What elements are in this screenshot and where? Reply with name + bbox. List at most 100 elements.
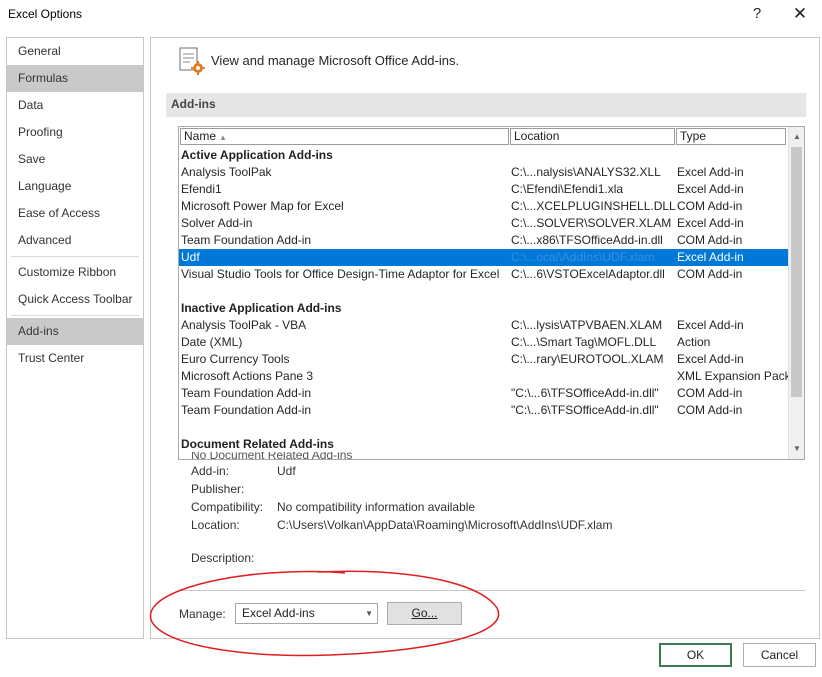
- item-location: C:\...lysis\ATPVBAEN.XLAM: [511, 318, 663, 332]
- manage-label: Manage:: [179, 607, 226, 621]
- item-type: Action: [677, 335, 711, 349]
- item-name: Date (XML): [181, 335, 243, 349]
- sidebar-item-quick-access-toolbar[interactable]: Quick Access Toolbar: [7, 286, 143, 313]
- sidebar-item-ease-of-access[interactable]: Ease of Access: [7, 200, 143, 227]
- manage-dropdown[interactable]: Excel Add-ins ▼: [235, 603, 378, 624]
- item-location: C:\Efendi\Efendi1.xla: [511, 182, 624, 196]
- list-item[interactable]: Euro Currency Tools C:\...rary\EUROTOOL.X…: [179, 351, 789, 368]
- detail-description: Description:: [191, 549, 791, 567]
- item-type: Excel Add-in: [677, 250, 744, 264]
- list-rows: Active Application Add-ins Analysis Tool…: [179, 147, 789, 453]
- item-location: C:\...x86\TFSOfficeAdd-in.dll: [511, 233, 663, 247]
- go-button[interactable]: Go...: [387, 602, 462, 625]
- item-location: C:\...\Smart Tag\MOFL.DLL: [511, 335, 657, 349]
- item-name: Efendi1: [181, 182, 222, 196]
- group-label: Document Related Add-ins: [181, 437, 334, 451]
- group-label: Inactive Application Add-ins: [181, 301, 342, 315]
- item-type: COM Add-in: [677, 267, 743, 281]
- sidebar-item-data[interactable]: Data: [7, 92, 143, 119]
- sidebar-item-general[interactable]: General: [7, 38, 143, 65]
- close-button[interactable]: ✕: [788, 4, 812, 24]
- addins-list[interactable]: Name ▲ Location Type Active Application A…: [178, 126, 805, 460]
- detail-location: Location: C:\Users\Volkan\AppData\Roaming…: [191, 516, 791, 534]
- sidebar-item-save[interactable]: Save: [7, 146, 143, 173]
- sidebar-item-trust-center[interactable]: Trust Center: [7, 345, 143, 372]
- item-name: Analysis ToolPak: [181, 165, 272, 179]
- item-type: COM Add-in: [677, 403, 743, 417]
- window-title: Excel Options: [8, 7, 83, 21]
- addin-details: Add-in: Udf Publisher: Compatibility: No c…: [191, 462, 791, 567]
- detail-publisher: Publisher:: [191, 480, 791, 498]
- item-type: Excel Add-in: [677, 352, 744, 366]
- section-title: Add-ins: [166, 93, 806, 117]
- sidebar-divider: [11, 315, 139, 316]
- scroll-down-icon[interactable]: ▼: [789, 441, 804, 457]
- cancel-button[interactable]: Cancel: [743, 643, 816, 667]
- sidebar-item-add-ins[interactable]: Add-ins: [7, 318, 143, 345]
- group-header-inactive: Inactive Application Add-ins: [179, 300, 789, 317]
- column-header-name-label: Name: [184, 129, 217, 143]
- group-label: Active Application Add-ins: [181, 148, 333, 162]
- item-location: C:\...XCELPLUGINSHELL.DLL: [511, 199, 676, 213]
- list-item[interactable]: Visual Studio Tools for Office Design-Ti…: [179, 266, 789, 283]
- item-type: Excel Add-in: [677, 318, 744, 332]
- detail-label: Description:: [191, 551, 255, 565]
- list-item[interactable]: Team Foundation Add-in C:\...x86\TFSOffic…: [179, 232, 789, 249]
- item-location: C:\...nalysis\ANALYS32.XLL: [511, 165, 661, 179]
- scrollbar-thumb[interactable]: [791, 147, 802, 397]
- column-header-location[interactable]: Location: [510, 128, 675, 145]
- detail-label: Publisher:: [191, 482, 245, 496]
- item-name: Udf: [181, 250, 200, 264]
- sidebar-item-advanced[interactable]: Advanced: [7, 227, 143, 254]
- item-type: XML Expansion Pack: [677, 369, 789, 383]
- detail-value: No compatibility information available: [277, 500, 476, 514]
- item-location: "C:\...6\TFSOfficeAdd-in.dll": [511, 386, 659, 400]
- column-header-type[interactable]: Type: [676, 128, 786, 145]
- list-item[interactable]: Analysis ToolPak - VBA C:\...lysis\ATPVBA…: [179, 317, 789, 334]
- item-type: Excel Add-in: [677, 165, 744, 179]
- item-name: Microsoft Power Map for Excel: [181, 199, 344, 213]
- list-item[interactable]: Team Foundation Add-in "C:\...6\TFSOffice…: [179, 402, 789, 419]
- list-scrollbar[interactable]: ▲ ▼: [788, 127, 804, 459]
- detail-label: Location:: [191, 518, 240, 532]
- page-header: View and manage Microsoft Office Add-ins…: [211, 53, 460, 68]
- detail-value: Udf: [277, 464, 296, 478]
- detail-label: Compatibility:: [191, 500, 264, 514]
- detail-label: Add-in:: [191, 464, 230, 478]
- column-header-name[interactable]: Name ▲: [180, 128, 509, 145]
- sidebar-item-formulas[interactable]: Formulas: [7, 65, 143, 92]
- ok-button[interactable]: OK: [659, 643, 732, 667]
- scroll-up-icon[interactable]: ▲: [789, 129, 804, 145]
- group-header-document: Document Related Add-ins: [179, 436, 789, 453]
- sort-up-icon: ▲: [219, 133, 227, 142]
- item-location: C:\...ocal\AddIns\UDF.xlam: [511, 250, 655, 264]
- item-location: "C:\...6\TFSOfficeAdd-in.dll": [511, 403, 659, 417]
- list-item[interactable]: Microsoft Actions Pane 3 XML Expansion Pa…: [179, 368, 789, 385]
- item-type: COM Add-in: [677, 233, 743, 247]
- item-name: Euro Currency Tools: [181, 352, 290, 366]
- manage-dropdown-value: Excel Add-ins: [242, 606, 315, 620]
- list-item-selected[interactable]: Udf C:\...ocal\AddIns\UDF.xlam Excel Add-i…: [179, 249, 789, 266]
- sidebar-item-proofing[interactable]: Proofing: [7, 119, 143, 146]
- item-location: C:\...6\VSTOExcelAdaptor.dll: [511, 267, 665, 281]
- item-name: Team Foundation Add-in: [181, 403, 312, 417]
- sidebar: General Formulas Data Proofing Save Lang…: [6, 37, 144, 639]
- main-panel: View and manage Microsoft Office Add-ins…: [150, 37, 820, 639]
- list-item[interactable]: Analysis ToolPak C:\...nalysis\ANALYS32.X…: [179, 164, 789, 181]
- addins-gear-icon: [179, 47, 205, 75]
- detail-addin: Add-in: Udf: [191, 462, 791, 480]
- list-item[interactable]: Date (XML) C:\...\Smart Tag\MOFL.DLL Actio…: [179, 334, 789, 351]
- list-item[interactable]: Team Foundation Add-in "C:\...6\TFSOffice…: [179, 385, 789, 402]
- sidebar-item-language[interactable]: Language: [7, 173, 143, 200]
- list-item[interactable]: Solver Add-in C:\...SOLVER\SOLVER.XLAM Exc…: [179, 215, 789, 232]
- divider: [178, 590, 805, 591]
- sidebar-item-customize-ribbon[interactable]: Customize Ribbon: [7, 259, 143, 286]
- detail-compatibility: Compatibility: No compatibility informati…: [191, 498, 791, 516]
- help-button[interactable]: ?: [745, 4, 769, 24]
- list-item[interactable]: Microsoft Power Map for Excel C:\...XCELP…: [179, 198, 789, 215]
- item-type: COM Add-in: [677, 199, 743, 213]
- list-item[interactable]: Efendi1 C:\Efendi\Efendi1.xla Excel Add-in: [179, 181, 789, 198]
- item-name: Visual Studio Tools for Office Design-Ti…: [181, 267, 500, 281]
